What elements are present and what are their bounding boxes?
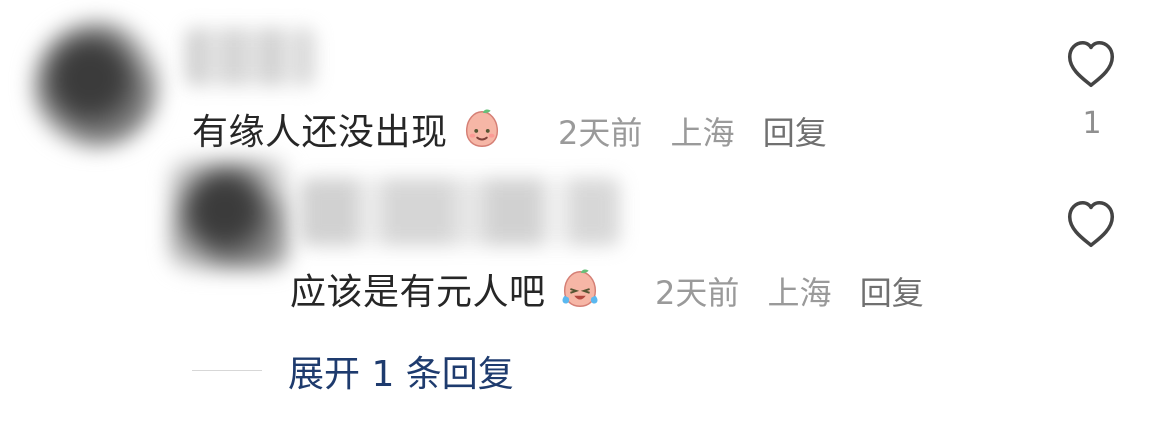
avatar[interactable] — [32, 20, 160, 148]
expand-divider — [192, 370, 262, 371]
reply-button[interactable]: 回复 — [763, 114, 827, 152]
like-count: 1 — [1082, 106, 1102, 141]
like-button[interactable] — [1062, 38, 1120, 90]
smiling-peach-emoji — [466, 109, 499, 147]
username[interactable] — [185, 28, 315, 86]
reply-avatar[interactable] — [170, 160, 290, 270]
heart-outline-icon — [1067, 40, 1115, 88]
comment-location: 上海 — [670, 114, 735, 152]
heart-outline-icon — [1067, 200, 1115, 248]
reply-location: 上海 — [767, 274, 832, 312]
reply-time: 2天前 — [655, 274, 740, 312]
comment-meta: 2天前 上海 回复 — [558, 108, 845, 154]
reply-meta: 2天前 上海 回复 — [655, 268, 942, 314]
reply-to-reply-button[interactable]: 回复 — [860, 274, 924, 312]
reply-username[interactable] — [300, 178, 620, 246]
expand-replies-button[interactable]: 展开 1 条回复 — [288, 345, 514, 397]
reply-like-button[interactable] — [1062, 198, 1120, 250]
crying-laughing-peach-emoji — [562, 269, 598, 307]
reply-text: 应该是有元人吧 — [290, 263, 603, 315]
comment-text: 有缘人还没出现 — [192, 103, 505, 155]
comment-time: 2天前 — [558, 114, 643, 152]
